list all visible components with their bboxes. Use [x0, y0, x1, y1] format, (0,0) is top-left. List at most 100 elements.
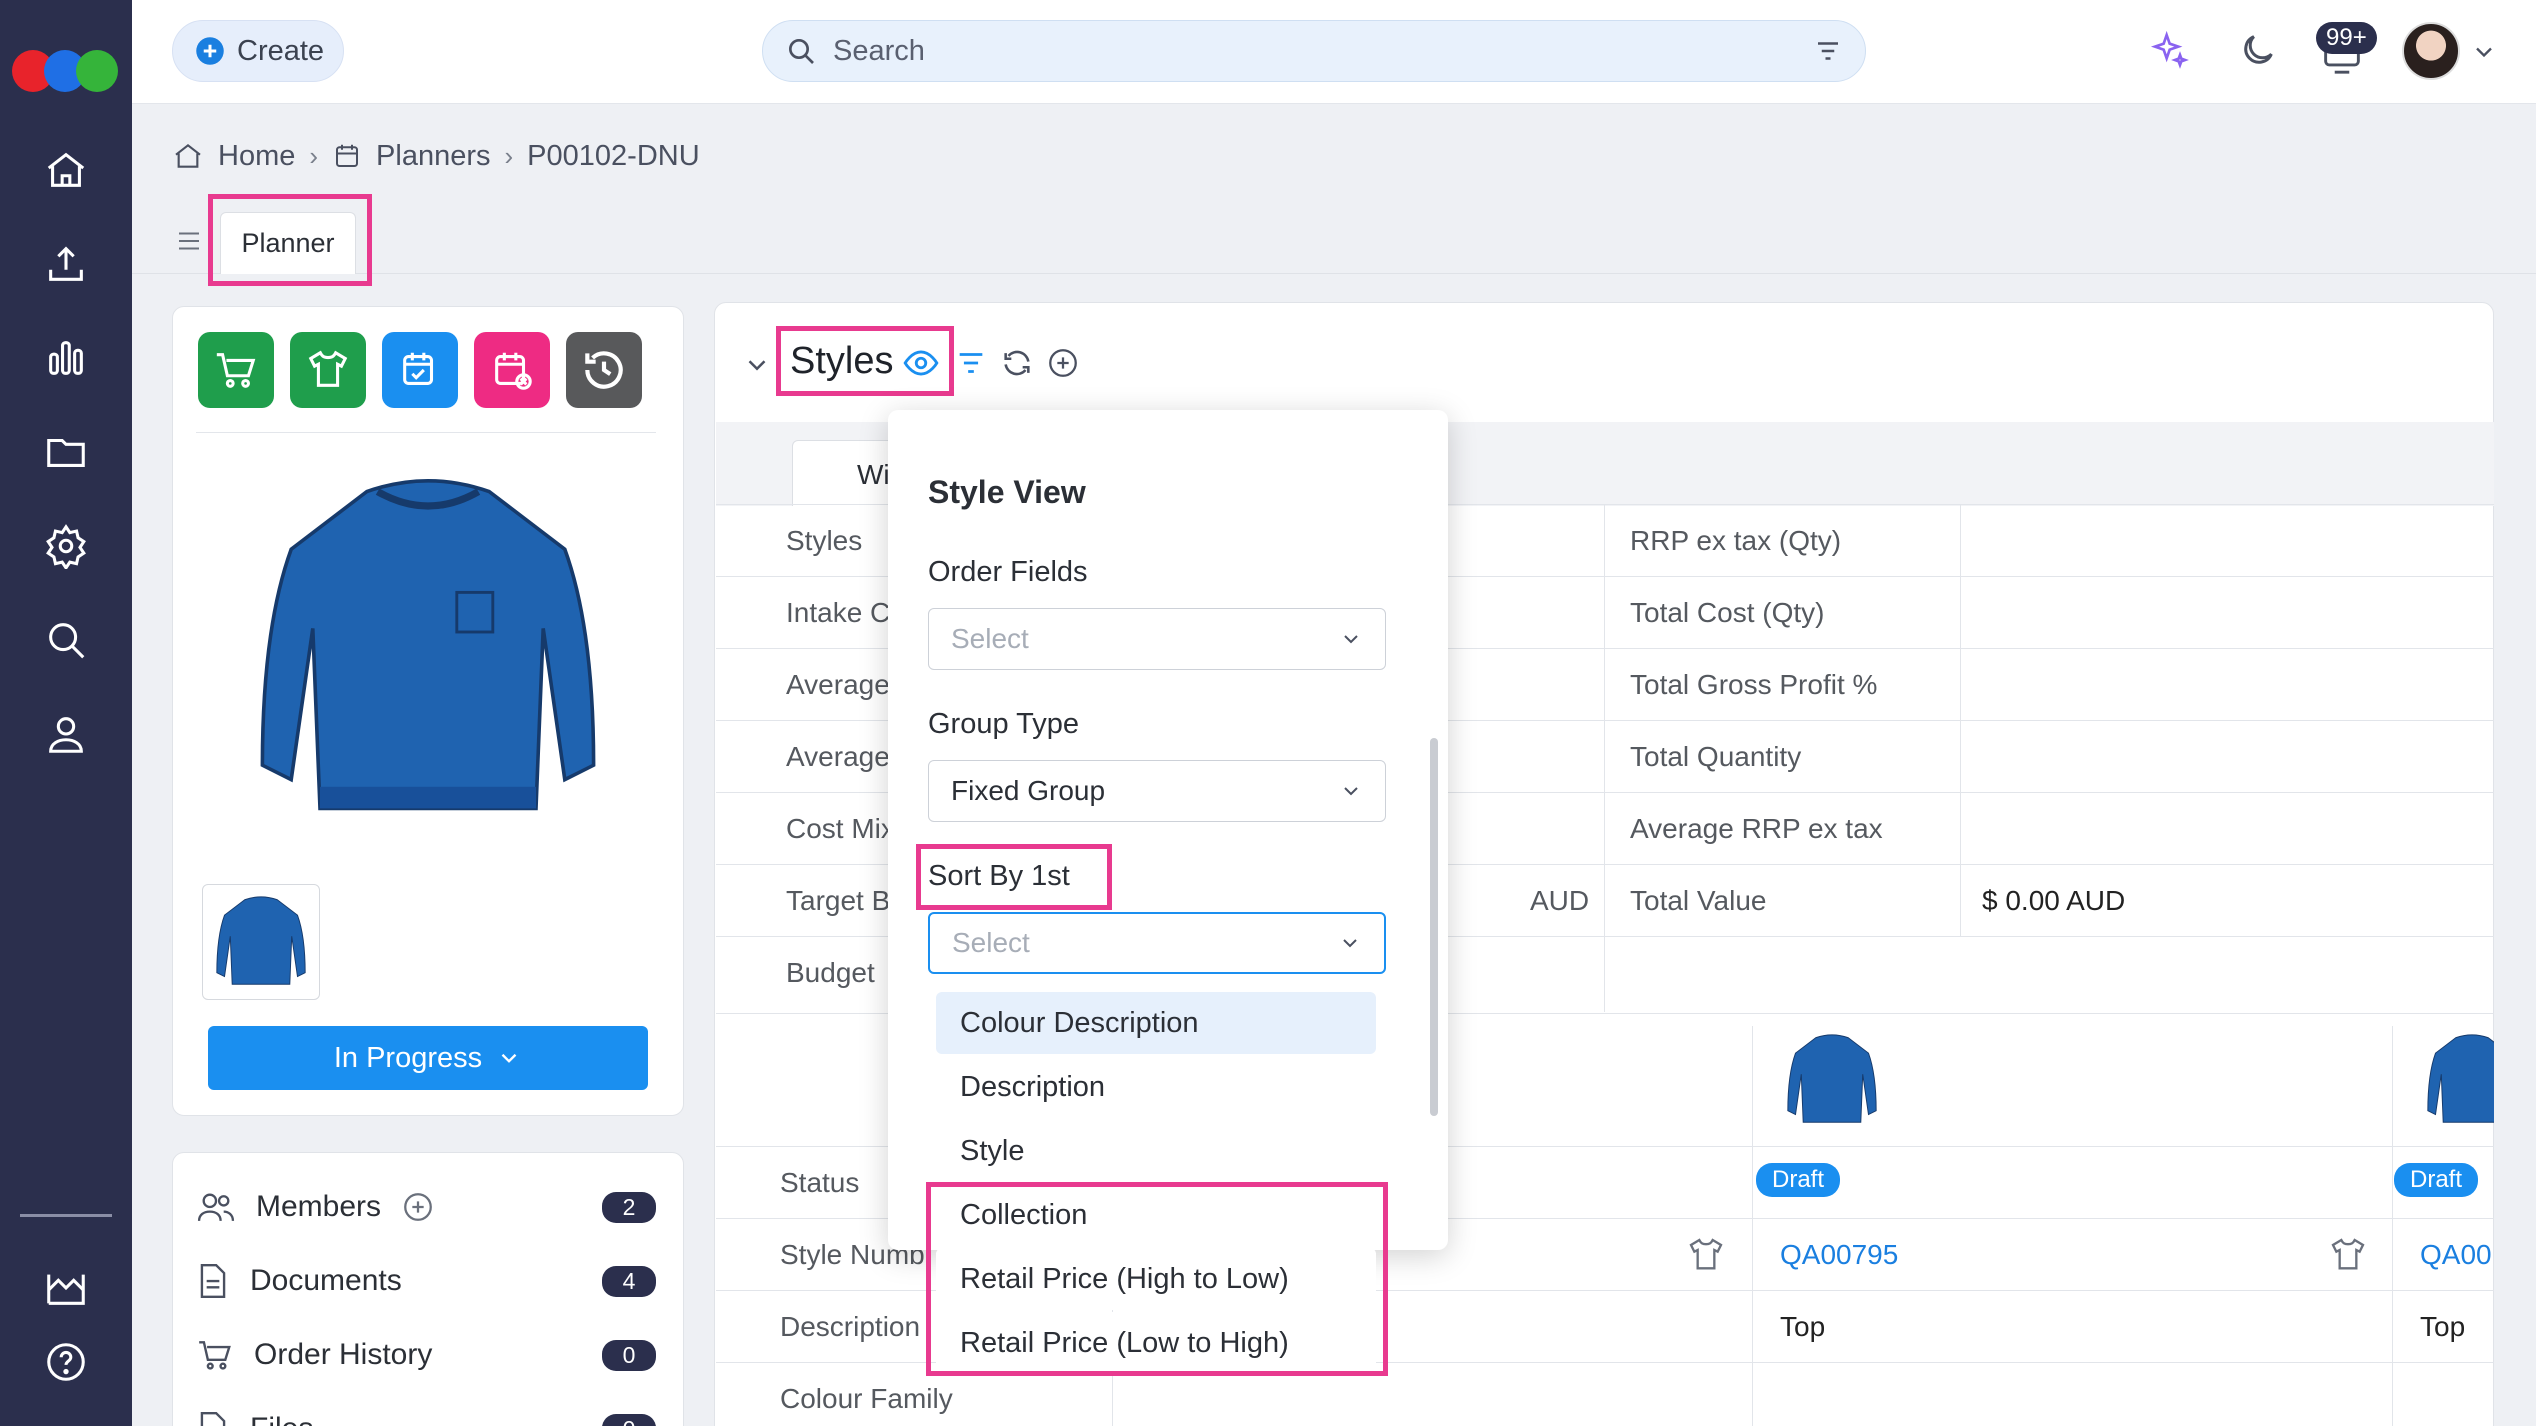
row-metric-label: Total Value — [1630, 885, 1767, 916]
avatar[interactable] — [2402, 22, 2460, 80]
style-image-2[interactable] — [2424, 1030, 2494, 1130]
status-badge: Draft — [2394, 1163, 2479, 1197]
add-style-icon[interactable] — [1046, 346, 1080, 380]
history-button[interactable] — [566, 332, 642, 408]
row-metric-label: Total Cost (Qty) — [1630, 597, 1825, 628]
refresh-icon[interactable] — [1000, 346, 1034, 380]
documents-count: 4 — [602, 1265, 656, 1297]
help-icon[interactable] — [36, 1332, 96, 1392]
user-icon[interactable] — [36, 704, 96, 764]
style-view-popover: Style View Order Fields Select Group Typ… — [888, 410, 1448, 1250]
sort-by-placeholder: Select — [952, 927, 1030, 958]
chevron-right-icon: › — [309, 140, 319, 171]
sort-option[interactable]: Colour Description — [936, 992, 1376, 1054]
menu-icon[interactable] — [174, 226, 204, 256]
add-member-icon — [404, 1193, 432, 1221]
breadcrumb-planners[interactable]: Planners — [376, 140, 490, 173]
home-icon[interactable] — [36, 140, 96, 200]
sort-option[interactable]: Description — [936, 1056, 1376, 1118]
home-icon — [172, 140, 204, 172]
shirt-icon[interactable] — [2328, 1235, 2368, 1275]
styles-title: Styles — [790, 340, 894, 382]
row-metric-label: Total Quantity — [1630, 741, 1802, 772]
chevron-down-icon[interactable] — [2470, 38, 2498, 66]
sort-option[interactable]: Collection — [936, 1184, 1376, 1246]
order-history-label: Order History — [254, 1338, 433, 1371]
sweater-thumbnail[interactable] — [202, 884, 320, 1000]
breadcrumb-current: P00102-DNU — [527, 139, 700, 172]
divider — [196, 432, 656, 433]
style-number-link[interactable]: QA00795 — [1780, 1239, 1898, 1271]
chevron-down-icon — [1338, 931, 1362, 955]
chevron-down-icon — [496, 1045, 522, 1071]
row-metric-label: RRP ex tax (Qty) — [1630, 525, 1842, 556]
row-label: Budget — [786, 957, 875, 988]
row-metric-label: Average RRP ex tax — [1630, 813, 1883, 844]
cart-icon — [199, 1341, 231, 1370]
cancel-schedule-button[interactable] — [474, 332, 550, 408]
order-fields-select[interactable]: Select — [928, 608, 1386, 670]
calendar-check-icon — [403, 352, 434, 385]
members-label: Members — [256, 1190, 382, 1223]
row-metric-label: Total Gross Profit % — [1630, 669, 1878, 700]
grid-divider — [1604, 504, 1605, 1012]
breadcrumb-home[interactable]: Home — [218, 140, 295, 173]
chevron-down-icon — [1339, 779, 1363, 803]
dark-mode-icon[interactable] — [2238, 30, 2278, 70]
settings-icon[interactable] — [36, 516, 96, 576]
order-history-row[interactable]: Order History 0 — [196, 1330, 656, 1380]
create-button[interactable]: Create — [172, 20, 344, 82]
group-type-select[interactable]: Fixed Group — [928, 760, 1386, 822]
description-label: Description — [780, 1311, 921, 1342]
search-icon — [785, 35, 817, 67]
filter-icon[interactable] — [1813, 36, 1843, 66]
row-label: Cost Mix — [786, 813, 895, 844]
order-fields-label: Order Fields — [928, 556, 1088, 588]
search-placeholder: Search — [833, 34, 925, 67]
calendar-x-icon — [495, 352, 532, 390]
files-row[interactable]: Files 0 — [196, 1404, 656, 1426]
tab-planner[interactable]: Planner — [220, 212, 356, 274]
sort-by-select[interactable]: Select — [928, 912, 1386, 974]
group-type-label: Group Type — [928, 708, 1080, 740]
add-to-cart-button[interactable] — [198, 332, 274, 408]
chart-icon[interactable] — [36, 328, 96, 388]
upload-icon[interactable] — [36, 234, 96, 294]
view-eye-icon[interactable] — [902, 344, 940, 382]
filter-icon[interactable] — [954, 346, 988, 380]
style-number-link[interactable]: QA00 — [2420, 1239, 2492, 1271]
cart-icon — [216, 353, 256, 388]
create-label: Create — [237, 34, 325, 67]
documents-row[interactable]: Documents 4 — [196, 1256, 656, 1306]
calendar-icon — [332, 141, 362, 171]
shirt-icon[interactable] — [1686, 1235, 1726, 1275]
sort-option[interactable]: Retail Price (High to Low) — [936, 1248, 1376, 1310]
files-count: 0 — [602, 1413, 656, 1426]
schedule-button[interactable] — [382, 332, 458, 408]
add-style-button[interactable] — [290, 332, 366, 408]
folder-icon[interactable] — [36, 422, 96, 482]
status-badge: Draft — [1756, 1163, 1841, 1197]
members-row[interactable]: Members 2 — [196, 1182, 656, 1232]
search-input[interactable]: Search — [762, 20, 1866, 82]
sort-option[interactable]: Style — [936, 1120, 1376, 1182]
popover-scrollbar[interactable] — [1430, 738, 1438, 1116]
colour-family-label: Colour Family — [780, 1383, 953, 1414]
row-label: Target B — [786, 885, 891, 916]
collapse-chevron-icon[interactable] — [742, 350, 772, 380]
search-icon[interactable] — [36, 610, 96, 670]
status-label: In Progress — [333, 1041, 483, 1074]
sort-by-label: Sort By 1st — [928, 860, 1070, 892]
tabs-row — [132, 194, 2536, 274]
chevron-down-icon — [1339, 627, 1363, 651]
chevron-right-icon: › — [504, 140, 514, 171]
logo-green-dot — [76, 50, 118, 92]
left-rail — [0, 0, 132, 1426]
reports-icon[interactable] — [36, 1258, 96, 1318]
status-dropdown-button[interactable]: In Progress — [208, 1026, 648, 1090]
sort-option[interactable]: Retail Price (Low to High) — [936, 1312, 1376, 1374]
history-icon — [585, 351, 623, 389]
style-image-1[interactable] — [1784, 1030, 1880, 1130]
ai-sparkle-icon[interactable] — [2150, 30, 2190, 70]
users-icon — [197, 1193, 235, 1221]
